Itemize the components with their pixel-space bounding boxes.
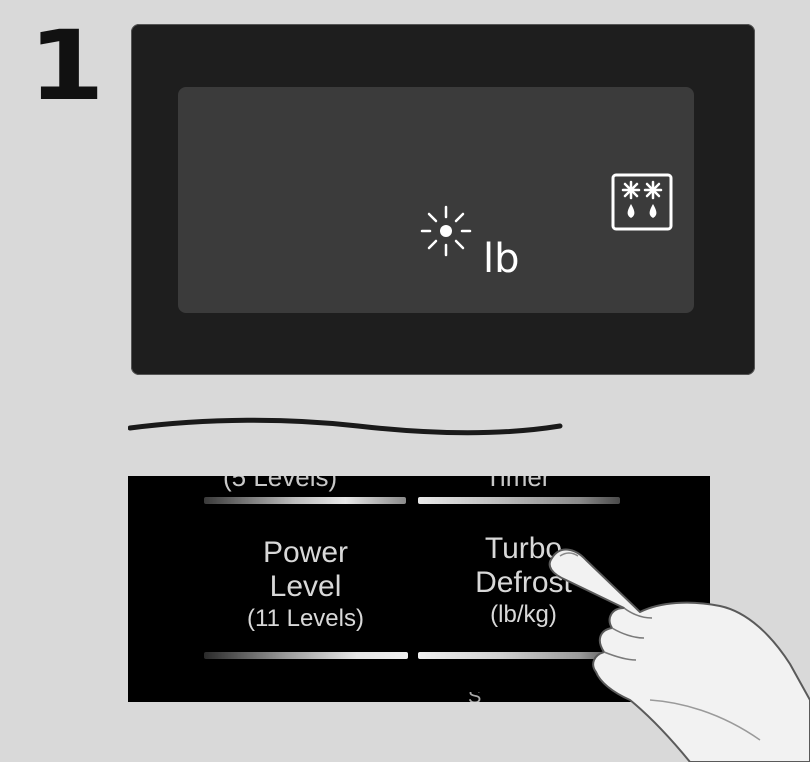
power-level-sublabel: (11 Levels) xyxy=(247,605,364,632)
pointing-hand-icon xyxy=(548,548,810,762)
partial-button-label-top-left: (5 Levels) xyxy=(223,476,338,492)
defrost-icon xyxy=(611,173,673,231)
button-divider-bar xyxy=(204,497,406,504)
power-level-label-line1: Power xyxy=(262,536,349,569)
sparkle-icon xyxy=(420,205,472,257)
power-level-label-line2: Level xyxy=(269,570,342,603)
display-bezel: lb xyxy=(131,24,755,375)
partial-button-label-bottom: S xyxy=(468,692,488,702)
step-number: 1 xyxy=(28,10,105,122)
power-level-button[interactable]: Power Level (11 Levels) xyxy=(228,536,383,634)
wave-divider xyxy=(128,417,563,436)
weight-unit-label: lb xyxy=(483,236,520,282)
display-screen: lb xyxy=(178,87,694,313)
partial-button-label-top-right: Timer xyxy=(485,476,551,492)
button-divider-bar xyxy=(204,652,408,659)
button-divider-bar xyxy=(418,497,620,504)
